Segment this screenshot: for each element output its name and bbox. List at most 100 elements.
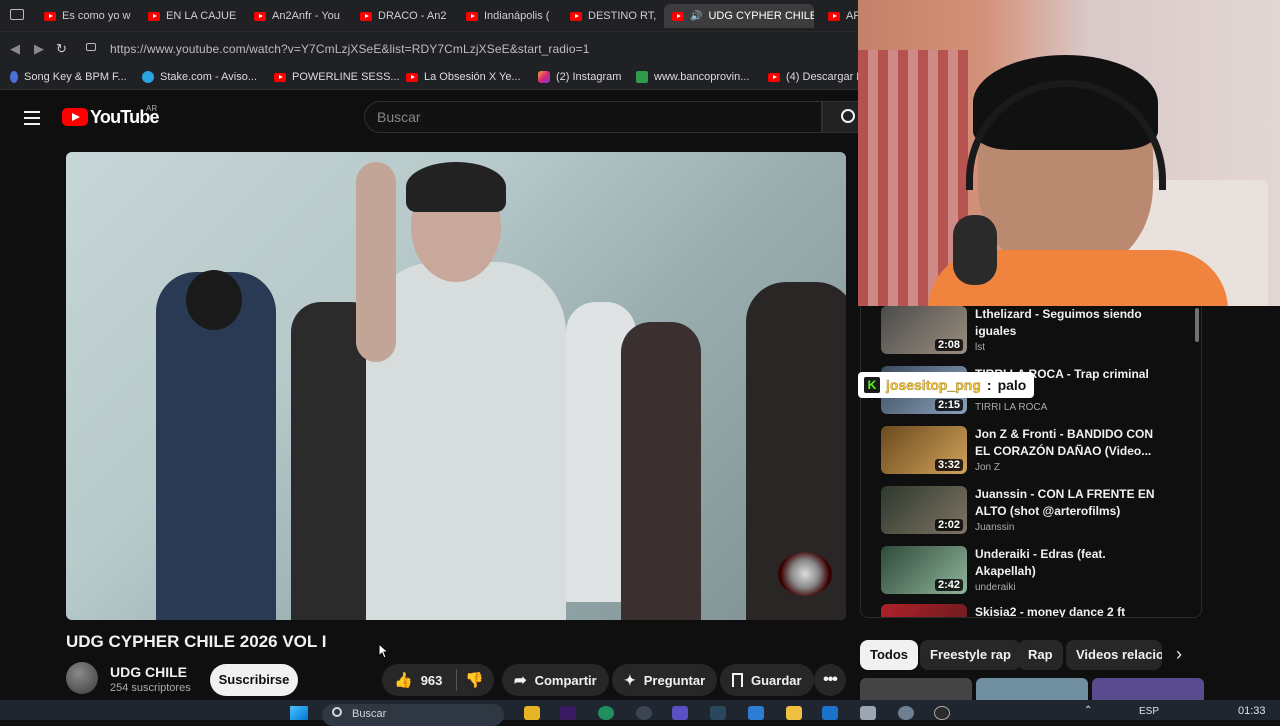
- recommendation-item[interactable]: 3:32 Jon Z & Fronti - BANDIDO CON EL COR…: [881, 426, 1201, 482]
- recommendation-title[interactable]: Lthelizard - Seguimos siendo iguales: [975, 306, 1155, 340]
- chevron-right-icon[interactable]: ›: [1176, 644, 1182, 665]
- browser-tab-active[interactable]: 🔊 UDG CYPHER CHILE: [664, 4, 814, 28]
- bookmark-item[interactable]: Song Key & BPM F...: [10, 71, 127, 83]
- bookmark-item[interactable]: (2) Instagram: [538, 71, 621, 83]
- tab-label: Es como yo w: [62, 10, 131, 22]
- youtube-icon: [44, 11, 56, 21]
- recommendation-thumbnail[interactable]: 2:42: [881, 546, 967, 594]
- channel-name[interactable]: UDG CHILE: [110, 664, 187, 680]
- chip-related[interactable]: Videos relacion: [1066, 640, 1162, 670]
- bookmark-item[interactable]: www.bancoprovin...: [636, 71, 749, 83]
- settings-icon[interactable]: [898, 706, 914, 720]
- search-button[interactable]: [822, 101, 862, 133]
- like-button[interactable]: 👍 963: [394, 671, 442, 689]
- subscribe-button[interactable]: Suscribirse: [210, 664, 298, 696]
- store-icon[interactable]: [748, 706, 764, 720]
- recommendation-item[interactable]: 2:08 Lthelizard - Seguimos siendo iguale…: [881, 306, 1201, 362]
- recommendation-item[interactable]: 2:42 Underaiki - Edras (feat. Akapellah)…: [881, 546, 1201, 602]
- tab-label: EN LA CAJUE: [166, 10, 237, 22]
- thumbs-down-icon: 👎: [465, 672, 485, 689]
- thumbnail-preview[interactable]: [860, 678, 972, 700]
- bank-icon: [636, 71, 648, 83]
- chevron-up-icon[interactable]: ⌃: [1084, 705, 1092, 716]
- tab-label: UDG CYPHER CHILE: [708, 10, 814, 22]
- recommendation-channel[interactable]: TIRRI LA ROCA: [975, 402, 1047, 413]
- chip-freestyle-rap[interactable]: Freestyle rap: [920, 640, 1021, 670]
- browser-icon[interactable]: [636, 706, 652, 720]
- bookmark-item[interactable]: POWERLINE SESS...: [274, 71, 400, 83]
- kick-badge-icon: K: [864, 377, 880, 393]
- forward-icon[interactable]: ▶: [34, 41, 44, 57]
- dislike-button[interactable]: 👎: [465, 671, 484, 689]
- youtube-icon: [254, 11, 266, 21]
- save-button[interactable]: Guardar: [720, 664, 814, 696]
- channel-avatar[interactable]: [66, 662, 98, 694]
- like-dislike-group: 👍 963 👎: [382, 664, 494, 696]
- scrollbar[interactable]: [1195, 308, 1199, 342]
- tab-label: Indianápolis (: [484, 10, 550, 22]
- clock[interactable]: 01:33: [1238, 705, 1266, 717]
- recommendation-title[interactable]: Juanssin - CON LA FRENTE EN ALTO (shot @…: [975, 486, 1155, 520]
- video-player[interactable]: [66, 152, 846, 620]
- reload-icon[interactable]: ↻: [56, 41, 67, 57]
- taskbar-app-icon[interactable]: [672, 706, 688, 720]
- taskbar-app-icon[interactable]: [524, 706, 540, 720]
- bookmark-icon: [732, 673, 743, 687]
- recommendation-thumbnail[interactable]: 3:32: [881, 426, 967, 474]
- recommendation-title[interactable]: Jon Z & Fronti - BANDIDO CON EL CORAZÓN …: [975, 426, 1155, 460]
- language-indicator[interactable]: ESP: [1139, 706, 1159, 717]
- browser-tab[interactable]: DRACO - An2: [352, 4, 452, 28]
- recommendation-item[interactable]: 2:02 Juanssin - CON LA FRENTE EN ALTO (s…: [881, 486, 1201, 542]
- ask-button[interactable]: ✦ Preguntar: [612, 664, 718, 696]
- start-icon[interactable]: [290, 706, 308, 720]
- menu-icon[interactable]: [24, 111, 40, 125]
- recommendation-channel[interactable]: Jon Z: [975, 462, 1000, 473]
- bookmark-label: (2) Instagram: [556, 71, 622, 83]
- search-input[interactable]: Buscar: [364, 101, 822, 133]
- recommendation-thumbnail[interactable]: 2:02: [881, 486, 967, 534]
- premiere-icon[interactable]: [560, 706, 576, 720]
- outlook-icon[interactable]: [822, 706, 838, 720]
- bookmark-item[interactable]: Stake.com - Aviso...: [142, 71, 257, 83]
- steam-icon[interactable]: [710, 706, 726, 720]
- recommendation-title[interactable]: Underaiki - Edras (feat. Akapellah): [975, 546, 1155, 580]
- youtube-icon: [466, 11, 478, 21]
- youtube-logo-icon[interactable]: [62, 108, 88, 126]
- url-field[interactable]: https://www.youtube.com/watch?v=Y7CmLzjX…: [110, 42, 589, 56]
- browser-tab[interactable]: EN LA CAJUE: [140, 4, 240, 28]
- bookmark-item[interactable]: (4) Descargar B: [768, 71, 858, 83]
- more-actions-button[interactable]: •••: [814, 664, 846, 696]
- duration-badge: 2:08: [934, 339, 963, 351]
- divider: [456, 669, 458, 691]
- bookmark-item[interactable]: La Obsesión X Ye...: [406, 71, 521, 83]
- recommendation-thumbnail[interactable]: [881, 604, 967, 617]
- chip-rap[interactable]: Rap: [1018, 640, 1063, 670]
- browser-tab[interactable]: Es como yo w: [36, 4, 136, 28]
- share-button[interactable]: ➦ Compartir: [502, 664, 609, 696]
- youtube-icon: [274, 72, 286, 82]
- back-icon[interactable]: ◀: [10, 41, 20, 57]
- recommendation-item[interactable]: Skisia2 - money dance 2 ft: [881, 604, 1201, 617]
- tab-search-icon[interactable]: [10, 9, 24, 20]
- taskbar-search[interactable]: Buscar: [322, 704, 504, 726]
- recommendation-title[interactable]: Skisia2 - money dance 2 ft: [975, 604, 1155, 617]
- browser-tab[interactable]: Indianápolis (: [458, 4, 558, 28]
- browser-tab[interactable]: An2Anfr - You: [246, 4, 346, 28]
- thumbnail-preview[interactable]: [976, 678, 1088, 700]
- edge-icon[interactable]: [598, 706, 614, 720]
- recommendation-channel[interactable]: Juanssin: [975, 522, 1014, 533]
- calculator-icon[interactable]: [860, 706, 876, 720]
- folder-icon[interactable]: [786, 706, 802, 720]
- browser-tab[interactable]: DESTINO RT,: [562, 4, 662, 28]
- more-icon: •••: [823, 671, 838, 688]
- search-icon: [841, 109, 855, 123]
- recommendation-thumbnail[interactable]: 2:08: [881, 306, 967, 354]
- browser-tab[interactable]: AF: [820, 4, 858, 28]
- recommendation-channel[interactable]: lst: [975, 342, 985, 353]
- sparkle-icon: ✦: [624, 671, 636, 688]
- chip-all[interactable]: Todos: [860, 640, 919, 670]
- video-figure: [356, 162, 396, 362]
- thumbnail-preview[interactable]: [1092, 678, 1204, 700]
- obs-icon[interactable]: [934, 706, 950, 720]
- recommendation-channel[interactable]: underaiki: [975, 582, 1016, 593]
